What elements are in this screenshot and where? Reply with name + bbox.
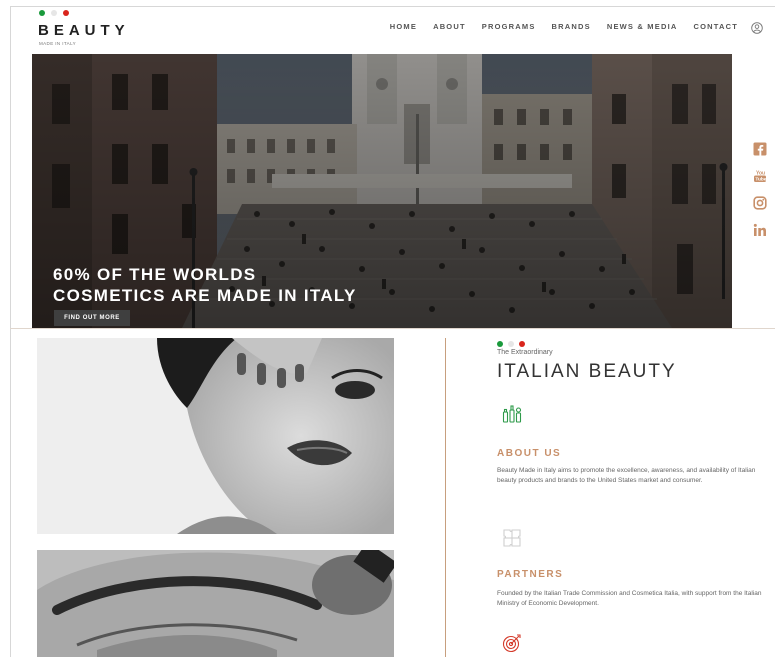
nav-about[interactable]: ABOUT — [433, 22, 466, 31]
instagram-icon[interactable] — [753, 196, 767, 210]
hero-title-line2: COSMETICS ARE MADE IN ITALY — [53, 286, 357, 305]
main-nav: HOME ABOUT PROGRAMS BRANDS NEWS & MEDIA … — [390, 22, 738, 31]
section-title: ITALIAN BEAUTY — [497, 361, 677, 382]
green-dot — [497, 341, 503, 347]
model-portrait-image — [37, 338, 394, 534]
nav-programs[interactable]: PROGRAMS — [482, 22, 536, 31]
target-icon — [502, 634, 521, 653]
frame-top-border — [10, 6, 775, 7]
partners-heading: PARTNERS — [497, 569, 564, 580]
brand-tagline: MADE IN ITALY — [39, 41, 77, 46]
red-dot — [519, 341, 525, 347]
nav-contact[interactable]: CONTACT — [693, 22, 738, 31]
white-dot — [51, 10, 57, 16]
column-divider — [445, 338, 446, 657]
about-us-text: Beauty Made in Italy aims to promote the… — [497, 467, 756, 484]
red-dot — [63, 10, 69, 16]
about-us-heading: ABOUT US — [497, 448, 562, 459]
hero-title: 60% OF THE WORLDS COSMETICS ARE MADE IN … — [53, 264, 357, 306]
find-out-more-button[interactable]: FIND OUT MORE — [54, 310, 130, 326]
frame-left-border — [10, 6, 11, 657]
partners-text: Founded by the Italian Trade Commission … — [497, 590, 762, 607]
linkedin-icon[interactable] — [753, 223, 767, 237]
puzzle-icon — [503, 529, 521, 547]
svg-text:Tube: Tube — [755, 177, 766, 183]
makeup-brush-image — [37, 550, 394, 657]
nav-brands[interactable]: BRANDS — [552, 22, 591, 31]
nav-news-media[interactable]: NEWS & MEDIA — [607, 22, 678, 31]
hero-title-line1: 60% OF THE WORLDS — [53, 265, 257, 284]
cosmetics-bottles-icon — [502, 405, 522, 423]
facebook-icon[interactable] — [753, 142, 767, 156]
white-dot — [508, 341, 514, 347]
nav-home[interactable]: HOME — [390, 22, 417, 31]
flag-dots — [38, 10, 78, 18]
hero-banner: 60% OF THE WORLDS COSMETICS ARE MADE IN … — [32, 54, 732, 328]
section-kicker: The Extraordinary — [497, 349, 553, 356]
user-icon[interactable] — [751, 22, 763, 34]
green-dot — [39, 10, 45, 16]
brand-name: BEAUTY — [38, 22, 130, 39]
section-divider — [10, 328, 775, 329]
youtube-icon[interactable]: You Tube — [753, 169, 767, 183]
